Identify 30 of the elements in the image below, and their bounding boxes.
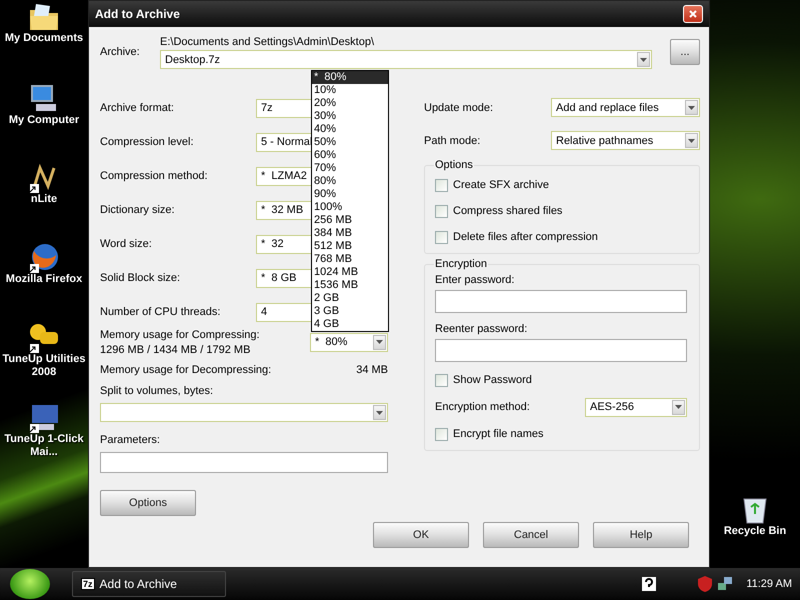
group-title: Options (434, 159, 474, 171)
enter-password-label: Enter password: (435, 274, 516, 286)
archive-app-icon: 7z (81, 578, 95, 590)
memory-compress-label: Memory usage for Compressing: (100, 328, 261, 340)
memory-decompress-label: Memory usage for Decompressing: (100, 364, 272, 376)
memory-compress-values: 1296 MB / 1434 MB / 1792 MB (100, 344, 252, 356)
archive-path: E:\Documents and Settings\Admin\Desktop\ (160, 36, 375, 48)
field-label: Compression level: (100, 136, 195, 148)
parameters-label: Parameters: (100, 434, 161, 446)
update-mode-label: Update mode: (424, 102, 494, 114)
window-title: Add to Archive (95, 7, 180, 21)
checkbox-label: Show Password (453, 374, 532, 386)
field-label: Number of CPU threads: (100, 306, 222, 318)
field-label: Compression method: (100, 170, 209, 182)
memory-decompress-value: 34 MB (356, 364, 388, 376)
checkbox-label: Encrypt file names (453, 428, 544, 440)
checkbox-label: Create SFX archive (453, 179, 549, 191)
split-label: Split to volumes, bytes: (100, 385, 214, 397)
reenter-password-label: Reenter password: (435, 323, 528, 335)
field-label: Word size: (100, 238, 153, 250)
field-label: Solid Block size: (100, 272, 182, 284)
path-mode-label: Path mode: (424, 134, 482, 146)
field-label: Archive format: (100, 102, 175, 114)
group-title: Encryption (434, 258, 488, 270)
archive-label: Archive: (100, 46, 141, 58)
checkbox-label: Delete files after compression (453, 231, 598, 243)
checkbox-label: Compress shared files (453, 205, 562, 217)
encryption-method-label: Encryption method: (435, 401, 531, 413)
clock: 11:29 AM (746, 578, 792, 590)
field-label: Dictionary size: (100, 204, 176, 216)
